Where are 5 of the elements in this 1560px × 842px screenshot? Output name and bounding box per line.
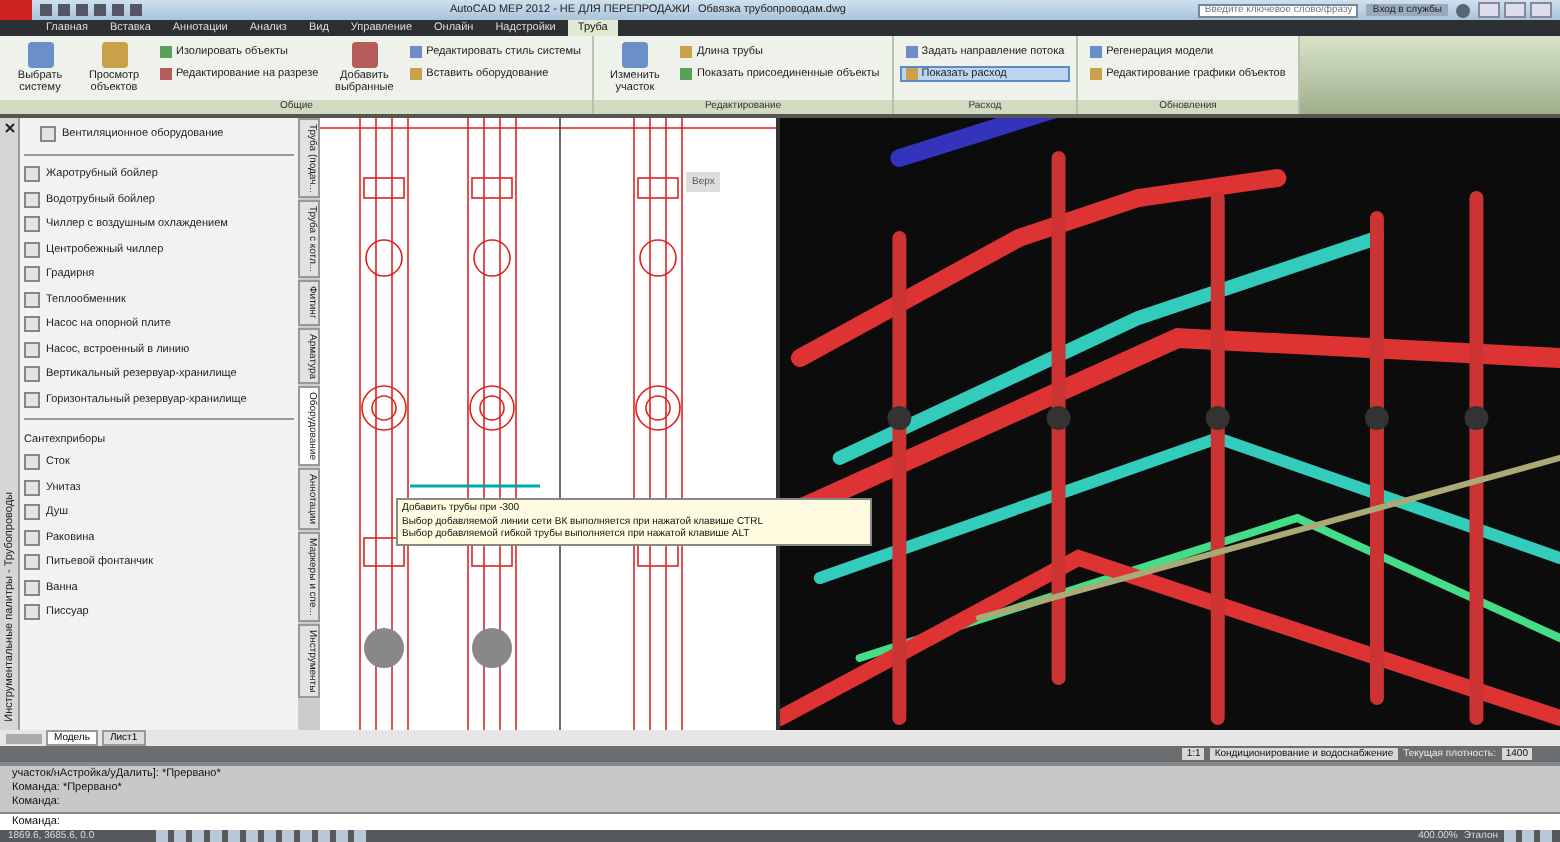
help-icon[interactable]	[1456, 3, 1470, 17]
equipment-icon	[40, 126, 56, 142]
minimize-icon[interactable]	[1478, 2, 1500, 18]
maximize-icon[interactable]	[1504, 2, 1526, 18]
close-icon[interactable]	[3, 122, 15, 134]
